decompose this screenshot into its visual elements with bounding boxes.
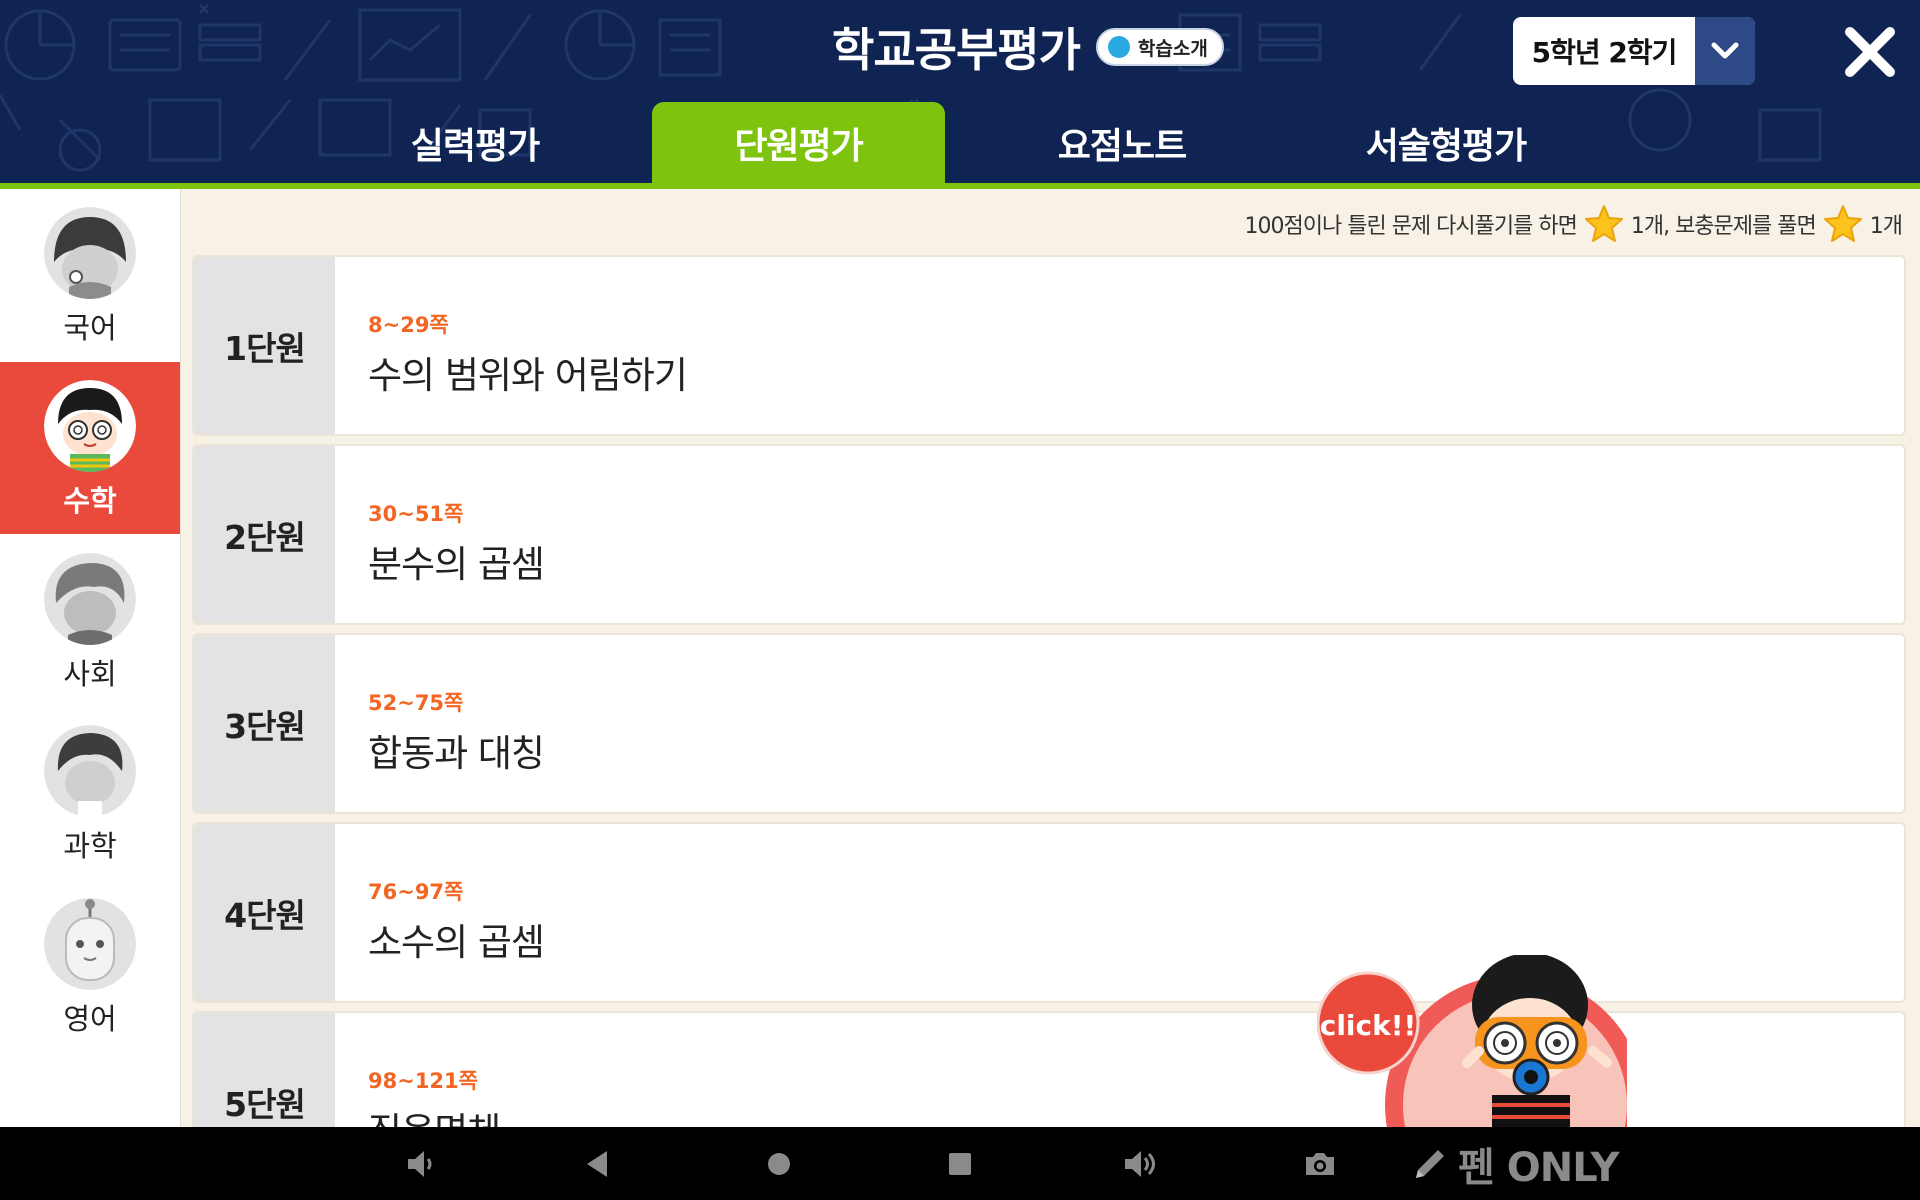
subject-label-social: 사회	[63, 657, 117, 691]
unit-pages: 30~51쪽	[368, 502, 464, 526]
unit-number: 3단원	[194, 635, 335, 812]
unit-title: 수의 범위와 어림하기	[368, 354, 688, 397]
unit-title: 소수의 곱셈	[368, 921, 545, 964]
korean-character-icon	[44, 207, 136, 299]
app-title: 학교공부평가	[832, 23, 1081, 77]
back-icon[interactable]	[579, 1145, 617, 1183]
star-icon	[1584, 205, 1623, 242]
unit-card-1[interactable]: 1단원 8~29쪽 수의 범위와 어림하기	[192, 255, 1906, 436]
recent-apps-icon[interactable]	[941, 1145, 979, 1183]
unit-pages: 98~121쪽	[368, 1069, 478, 1093]
subject-english[interactable]: 영어	[0, 880, 180, 1052]
unit-title: 직육면체	[368, 1101, 501, 1127]
subject-label-science: 과학	[63, 829, 117, 863]
tab-unit-test[interactable]: 단원평가	[652, 102, 945, 183]
unit-title: 합동과 대칭	[368, 732, 545, 775]
mascot-click-button[interactable]: click!!	[1316, 953, 1645, 1200]
subject-korean[interactable]: 국어	[0, 189, 180, 361]
intro-label: 학습소개	[1137, 37, 1208, 60]
tab-bar: 실력평가 단원평가 요점노트 서술형평가	[0, 102, 1920, 183]
pen-only-label: 펜 ONLY	[1458, 1145, 1619, 1191]
social-character-icon	[44, 553, 136, 645]
subject-science[interactable]: 과학	[0, 707, 180, 879]
unit-pages: 76~97쪽	[368, 880, 464, 904]
pencil-icon	[1416, 1150, 1444, 1178]
home-icon[interactable]	[760, 1145, 798, 1183]
unit-info: 76~97쪽 소수의 곱셈	[335, 824, 545, 1001]
grade-value: 5학년 2학기	[1531, 36, 1678, 69]
unit-card-2[interactable]: 2단원 30~51쪽 분수의 곱셈	[192, 444, 1906, 625]
notice-text-3: 1개	[1869, 214, 1903, 239]
unit-number: 1단원	[194, 257, 335, 434]
unit-number: 2단원	[194, 446, 335, 623]
notice-text-2: 1개, 보충문제를 풀면	[1630, 214, 1817, 239]
english-robot-icon	[44, 898, 136, 990]
tab-essay-test[interactable]: 서술형평가	[1340, 102, 1552, 183]
tab-summary-note[interactable]: 요점노트	[1022, 102, 1222, 183]
subject-label-english: 영어	[63, 1002, 117, 1036]
unit-info: 52~75쪽 합동과 대칭	[335, 635, 545, 812]
star-icon	[1823, 205, 1862, 242]
unit-card-4[interactable]: 4단원 76~97쪽 소수의 곱셈	[192, 822, 1906, 1003]
chevron-down-icon[interactable]	[1695, 17, 1755, 85]
subject-social[interactable]: 사회	[0, 535, 180, 707]
intro-dot-icon	[1107, 36, 1130, 58]
app-header: 학교공부평가 학습소개 5학년 2학기 실력평가 단원평가 요점노트 서술형평가	[0, 0, 1920, 183]
reward-notice: 100점이나 틀린 문제 다시풀기를 하면 1개, 보충문제를 풀면 1개	[1244, 203, 1903, 245]
subject-label-korean: 국어	[63, 311, 117, 345]
notice-text-1: 100점이나 틀린 문제 다시풀기를 하면	[1244, 214, 1578, 239]
intro-button[interactable]: 학습소개	[1095, 28, 1224, 66]
unit-title: 분수의 곱셈	[368, 543, 545, 586]
unit-pages: 8~29쪽	[368, 313, 449, 337]
click-bubble-text: click!!	[1320, 1009, 1417, 1042]
volume-down-icon[interactable]	[402, 1145, 440, 1183]
science-character-icon	[44, 725, 136, 817]
unit-card-3[interactable]: 3단원 52~75쪽 합동과 대칭	[192, 633, 1906, 814]
unit-info: 8~29쪽 수의 범위와 어림하기	[335, 257, 688, 434]
subject-label-math: 수학	[63, 484, 117, 518]
unit-card-5[interactable]: 5단원 98~121쪽 직육면체	[192, 1011, 1906, 1127]
pen-only-button[interactable]: 펜 ONLY	[1410, 1139, 1619, 1191]
unit-list-panel: 100점이나 틀린 문제 다시풀기를 하면 1개, 보충문제를 풀면 1개 1단…	[181, 189, 1920, 1127]
unit-number: 5단원	[194, 1013, 335, 1127]
subject-sidebar: 국어 수학 사회 과학 영어	[0, 189, 181, 1127]
title-area: 학교공부평가 학습소개	[832, 14, 1224, 80]
system-bottom-bar: 펜 ONLY	[0, 1127, 1920, 1200]
grade-select[interactable]: 5학년 2학기	[1513, 17, 1755, 85]
unit-pages: 52~75쪽	[368, 691, 464, 715]
close-icon[interactable]	[1840, 22, 1900, 82]
volume-up-icon[interactable]	[1121, 1145, 1159, 1183]
subject-math[interactable]: 수학	[0, 362, 180, 534]
tab-skill-test[interactable]: 실력평가	[380, 102, 570, 183]
math-character-icon	[44, 380, 136, 472]
screenshot-camera-icon[interactable]	[1301, 1145, 1339, 1183]
unit-info: 30~51쪽 분수의 곱셈	[335, 446, 545, 623]
unit-info: 98~121쪽 직육면체	[335, 1013, 501, 1127]
unit-number: 4단원	[194, 824, 335, 1001]
